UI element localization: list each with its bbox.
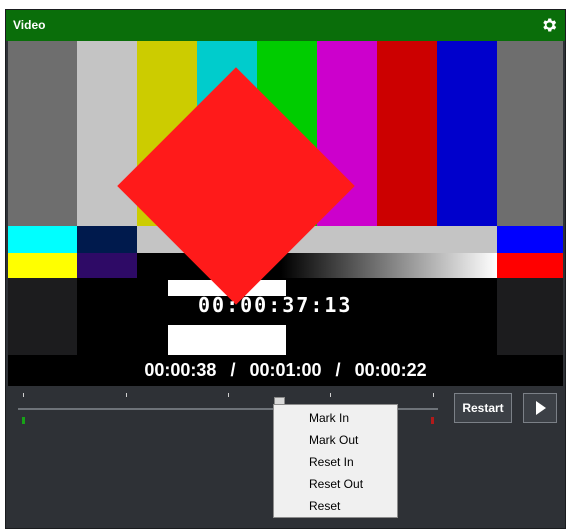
color-bar — [77, 253, 137, 278]
color-bar — [497, 253, 563, 278]
separator: / — [335, 360, 341, 380]
duration: 00:01:00 — [249, 360, 322, 380]
overlay-timecode: 00:00:37:13 — [198, 293, 353, 317]
remaining-time: 00:00:22 — [354, 360, 427, 380]
color-bar — [497, 41, 563, 226]
color-bar — [77, 41, 137, 226]
color-bar — [77, 226, 137, 253]
play-icon — [536, 401, 546, 415]
gear-icon[interactable] — [540, 16, 558, 34]
menu-item-reset[interactable]: Reset — [309, 499, 340, 513]
menu-item-mark-out[interactable]: Mark Out — [309, 433, 358, 447]
current-time: 00:00:38 — [144, 360, 217, 380]
panel-title: Video — [13, 18, 46, 32]
mark-in-marker — [22, 417, 25, 424]
color-bar — [8, 41, 77, 226]
mark-out-marker — [431, 417, 434, 424]
timeline-tick — [126, 393, 127, 397]
color-bar — [497, 278, 563, 355]
timecode-bar: 00:00:38 / 00:01:00 / 00:00:22 — [8, 355, 563, 386]
menu-item-mark-in[interactable]: Mark In — [309, 411, 349, 425]
context-menu: Mark In Mark Out Reset In Reset Out Rese… — [273, 404, 398, 518]
restart-button[interactable]: Restart — [454, 393, 512, 423]
play-button[interactable] — [523, 393, 557, 423]
timeline-tick — [228, 393, 229, 397]
menu-item-reset-in[interactable]: Reset In — [309, 455, 354, 469]
video-preview: 00:00:37:13 00:00:38 / 00:01:00 / 00:00:… — [8, 41, 563, 386]
white-block — [168, 325, 286, 355]
menu-item-reset-out[interactable]: Reset Out — [309, 477, 363, 491]
color-bar — [437, 41, 497, 226]
color-bar — [8, 278, 77, 355]
color-bar — [497, 226, 563, 253]
timeline-tick — [433, 393, 434, 397]
color-bar — [8, 226, 77, 253]
timeline-tick — [330, 393, 331, 397]
timeline-tick — [23, 393, 24, 397]
color-bar — [8, 253, 77, 278]
title-bar: Video — [6, 10, 565, 41]
color-bar — [377, 41, 437, 226]
separator: / — [230, 360, 236, 380]
